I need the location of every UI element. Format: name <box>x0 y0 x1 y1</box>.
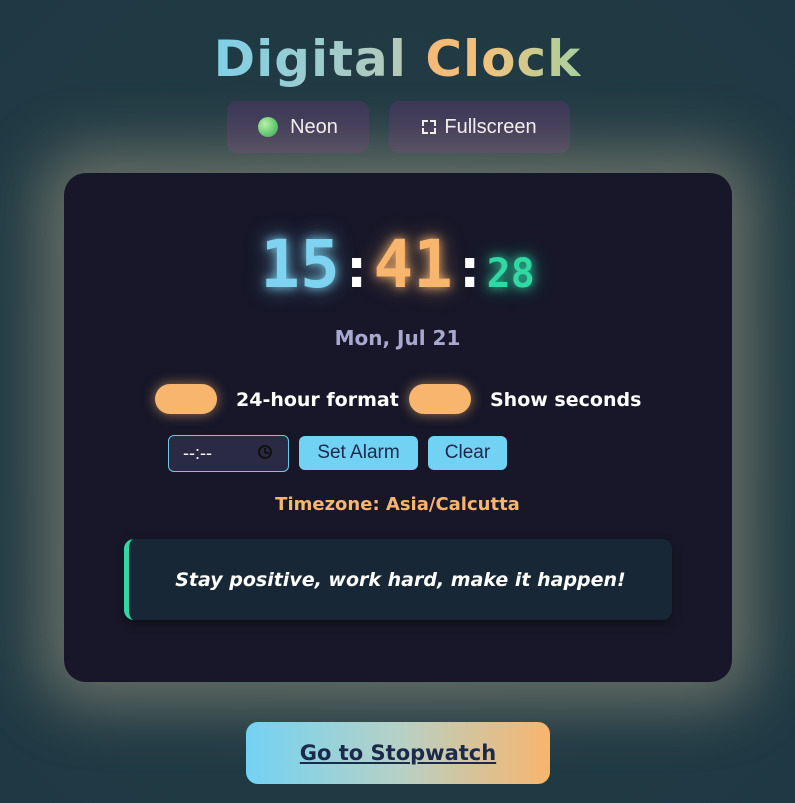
24-hour-format-label: 24-hour format <box>236 389 399 411</box>
minutes-display: 41 <box>373 226 453 303</box>
set-alarm-button[interactable]: Set Alarm <box>299 436 418 470</box>
24-hour-format-toggle[interactable] <box>155 384 217 414</box>
quote-box: Stay positive, work hard, make it happen… <box>124 539 672 620</box>
seconds-display: 28 <box>486 251 535 297</box>
date-display: Mon, Jul 21 <box>334 326 461 350</box>
alarm-time-input[interactable]: --:-- <box>168 435 289 472</box>
time-separator: : <box>339 236 374 301</box>
show-seconds-toggle[interactable] <box>409 384 471 414</box>
alarm-time-value: --:-- <box>183 443 212 463</box>
stopwatch-link-label[interactable]: Go to Stopwatch <box>300 741 496 765</box>
time-separator: : <box>452 236 487 301</box>
show-seconds-label: Show seconds <box>490 389 642 411</box>
title-word-clock: Clock <box>425 30 582 88</box>
timezone-label: Timezone: Asia/Calcutta <box>275 494 520 515</box>
neon-theme-button[interactable]: Neon <box>227 101 369 153</box>
neon-dot-icon <box>258 117 279 137</box>
title-word-digital: Digital <box>213 30 407 88</box>
fullscreen-icon <box>422 120 437 134</box>
clear-alarm-button[interactable]: Clear <box>428 436 507 470</box>
go-to-stopwatch-button[interactable]: Go to Stopwatch <box>246 722 550 784</box>
fullscreen-button-label: Fullscreen <box>444 115 537 138</box>
quote-text: Stay positive, work hard, make it happen… <box>175 568 626 591</box>
neon-button-label: Neon <box>290 115 338 138</box>
hours-display: 15 <box>260 226 340 303</box>
page-title: Digital Clock <box>0 30 795 88</box>
clock-icon[interactable] <box>258 445 272 459</box>
time-display: 15:41:28 <box>0 232 795 298</box>
fullscreen-button[interactable]: Fullscreen <box>389 101 570 153</box>
